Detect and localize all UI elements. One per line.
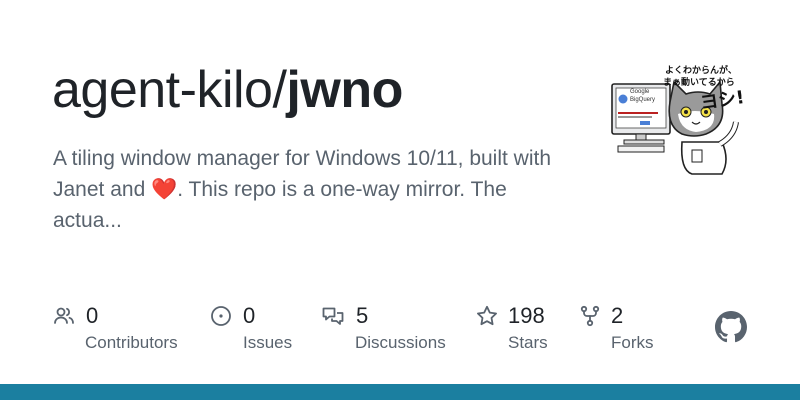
stat-discussions-value: 5: [356, 303, 369, 328]
stat-issues-label: Issues: [243, 333, 293, 352]
people-icon: [54, 307, 74, 324]
issue-opened-icon: [211, 306, 231, 326]
avatar-screen-text-2: BigQuery: [630, 97, 656, 103]
stat-contributors-label: Contributors: [85, 333, 178, 352]
stat-discussions-label: Discussions: [355, 333, 446, 352]
stat-issues-value: 0: [243, 303, 256, 328]
repo-name[interactable]: jwno: [286, 61, 403, 119]
stat-forks-label: Forks: [611, 333, 654, 352]
stat-stars-value: 198: [508, 303, 545, 328]
repo-owner[interactable]: agent-kilo/: [52, 61, 287, 119]
stat-stars-label: Stars: [508, 333, 548, 352]
accent-bar: [0, 384, 800, 400]
stat-contributors-value: 0: [86, 303, 99, 328]
stat-forks-value: 2: [611, 303, 624, 328]
github-logo-icon[interactable]: [715, 311, 747, 343]
star-icon: [477, 305, 497, 326]
avatar-screen-text-1: Google: [630, 89, 650, 95]
heart-emoji: ❤️: [151, 178, 178, 201]
repo-title[interactable]: agent-kilo/jwno: [52, 58, 403, 122]
repo-description: A tiling window manager for Windows 10/1…: [53, 143, 573, 236]
repo-stats: 0 Contributors 0 Issues 5 Discussions 19…: [0, 300, 800, 370]
repo-forked-icon: [580, 305, 600, 327]
comment-discussion-icon: [322, 307, 344, 325]
